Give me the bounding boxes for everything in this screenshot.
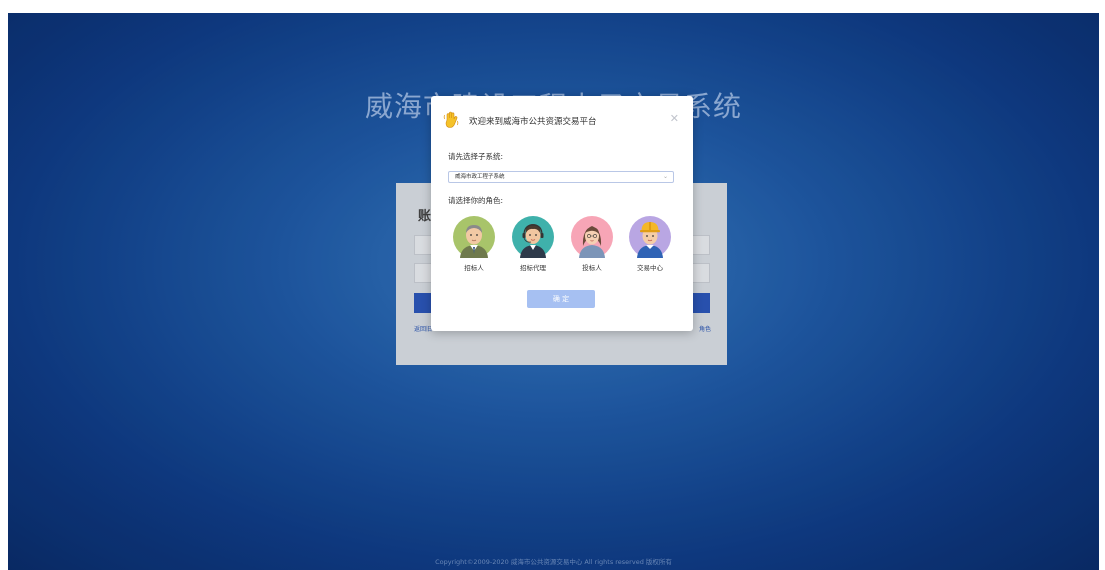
role-label-agent: 招标代理 bbox=[520, 264, 546, 272]
subsystem-selected-value: 威海市政工程子系统 bbox=[455, 174, 505, 180]
role-option-agent[interactable]: 招标代理 bbox=[508, 216, 558, 272]
role-option-trading-center[interactable]: 交易中心 bbox=[625, 216, 675, 272]
close-icon[interactable]: ✕ bbox=[670, 112, 679, 125]
role-label-tenderer: 招标人 bbox=[464, 264, 484, 272]
agent-avatar-icon bbox=[512, 216, 554, 258]
role-option-bidder[interactable]: 投标人 bbox=[567, 216, 617, 272]
tenderer-avatar-icon bbox=[453, 216, 495, 258]
trading-center-avatar-icon bbox=[629, 216, 671, 258]
role-option-tenderer[interactable]: 招标人 bbox=[449, 216, 499, 272]
dialog-title: 欢迎来到威海市公共资源交易平台 bbox=[469, 117, 597, 127]
role-label-bidder: 投标人 bbox=[582, 264, 602, 272]
confirm-button[interactable]: 确 定 bbox=[527, 290, 595, 308]
chevron-down-icon: ⌄ bbox=[662, 173, 668, 180]
subsystem-label: 请先选择子系统: bbox=[448, 152, 504, 161]
role-label: 请选择你的角色: bbox=[448, 196, 504, 205]
role-label-trading-center: 交易中心 bbox=[637, 264, 663, 272]
welcome-dialog: 欢迎来到威海市公共资源交易平台 ✕ 请先选择子系统: 威海市政工程子系统 ⌄ 请… bbox=[431, 96, 693, 331]
waving-hand-icon bbox=[443, 111, 459, 128]
subsystem-select[interactable]: 威海市政工程子系统 ⌄ bbox=[448, 171, 674, 183]
bidder-avatar-icon bbox=[571, 216, 613, 258]
